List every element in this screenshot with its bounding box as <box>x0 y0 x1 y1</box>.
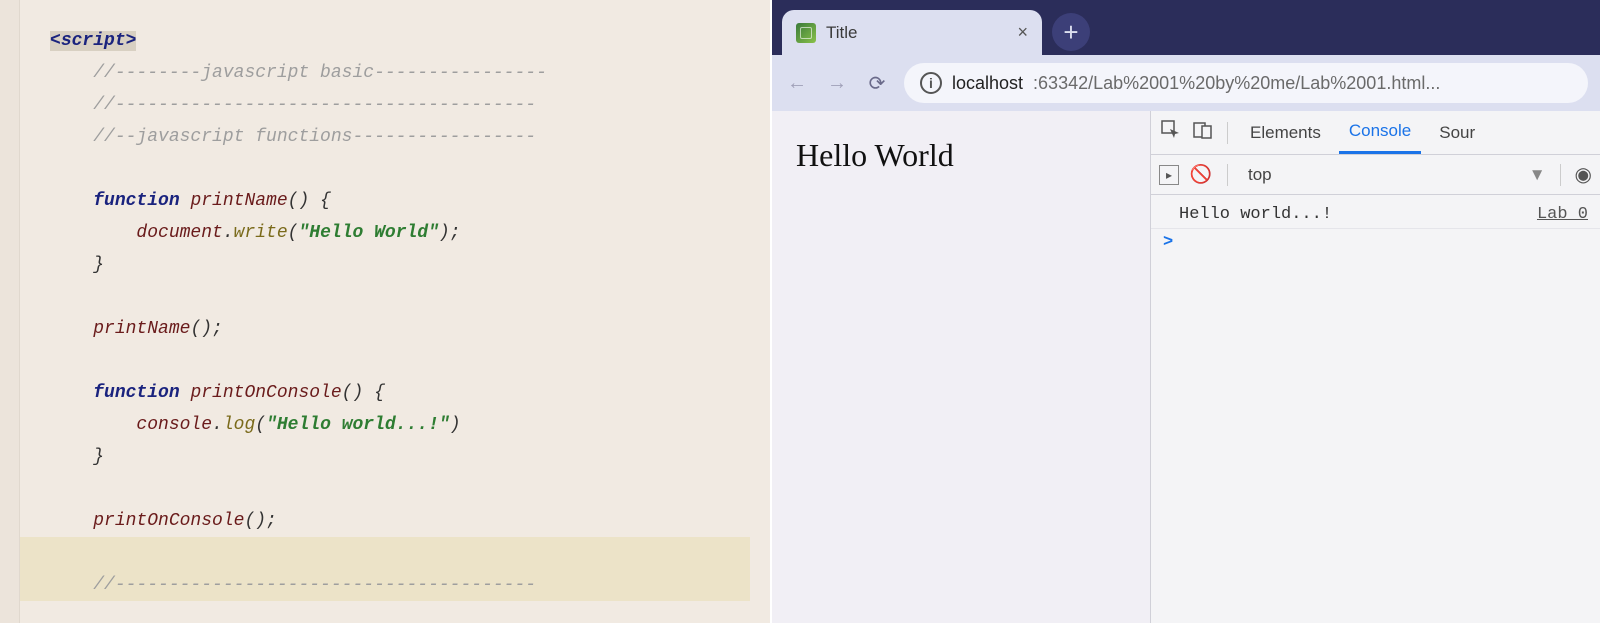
url-path: :63342/Lab%2001%20by%20me/Lab%2001.html.… <box>1033 73 1440 94</box>
context-dropdown-icon[interactable]: ▼ <box>1529 165 1546 185</box>
browser-content-row: Hello World Elements Console Sour ▸ 🚫 to… <box>772 111 1600 623</box>
code-line: //--------javascript basic--------------… <box>50 57 750 89</box>
code-line <box>50 601 750 623</box>
code-line: console.log("Hello world...!") <box>50 409 750 441</box>
code-line: document.write("Hello World"); <box>50 217 750 249</box>
console-prompt[interactable]: > <box>1151 229 1600 256</box>
page-text: Hello World <box>796 137 954 173</box>
code-line: <script> <box>50 25 750 57</box>
devtools-tab-elements[interactable]: Elements <box>1240 111 1331 154</box>
live-expression-icon[interactable]: ◉ <box>1575 162 1592 187</box>
page-body: Hello World <box>772 111 1150 623</box>
inspect-element-icon[interactable] <box>1159 120 1183 145</box>
tab-title: Title <box>826 23 1007 43</box>
back-button[interactable]: ← <box>784 72 810 95</box>
code-line: function printName() { <box>50 185 750 217</box>
forward-button[interactable]: → <box>824 72 850 95</box>
code-line <box>50 473 750 505</box>
console-toolbar: ▸ 🚫 top ▼ ◉ <box>1151 155 1600 195</box>
code-line: } <box>50 441 750 473</box>
console-context[interactable]: top <box>1242 165 1519 185</box>
code-line: function printOnConsole() { <box>50 377 750 409</box>
clear-console-icon[interactable]: 🚫 <box>1189 164 1213 185</box>
code-line <box>0 537 750 569</box>
code-line: //--javascript functions----------------… <box>50 121 750 153</box>
url-host: localhost <box>952 73 1023 94</box>
browser-window: Title × + ← → ⟳ i localhost :63342/Lab%20… <box>770 0 1600 623</box>
editor-gutter <box>0 0 20 623</box>
browser-tabstrip: Title × + <box>772 0 1600 55</box>
console-log-row: Hello world...! Lab 0 <box>1151 201 1600 229</box>
devtools-separator <box>1227 164 1228 186</box>
browser-tab[interactable]: Title × <box>782 10 1042 55</box>
code-line <box>50 345 750 377</box>
favicon-icon <box>796 23 816 43</box>
code-line: //--------------------------------------… <box>0 569 750 601</box>
reload-button[interactable]: ⟳ <box>864 71 890 96</box>
code-line: printOnConsole(); <box>50 505 750 537</box>
address-bar: ← → ⟳ i localhost :63342/Lab%2001%20by%20… <box>772 55 1600 111</box>
devtools-panel: Elements Console Sour ▸ 🚫 top ▼ ◉ Hello … <box>1150 111 1600 623</box>
code-body: <script> //--------javascript basic-----… <box>50 25 750 623</box>
devtools-separator <box>1227 122 1228 144</box>
devtools-separator <box>1560 164 1561 186</box>
code-line: printName(); <box>50 313 750 345</box>
code-line <box>50 153 750 185</box>
console-message: Hello world...! <box>1179 205 1332 224</box>
devtools-tab-console[interactable]: Console <box>1339 111 1421 154</box>
console-sidebar-toggle-icon[interactable]: ▸ <box>1159 165 1179 185</box>
code-line: } <box>50 249 750 281</box>
close-tab-button[interactable]: × <box>1017 22 1028 43</box>
console-source-link[interactable]: Lab 0 <box>1537 205 1588 224</box>
code-line <box>50 281 750 313</box>
console-log: Hello world...! Lab 0 > <box>1151 195 1600 262</box>
devtools-tab-sources[interactable]: Sour <box>1429 111 1485 154</box>
devtools-tabstrip: Elements Console Sour <box>1151 111 1600 155</box>
code-editor[interactable]: <script> //--------javascript basic-----… <box>0 0 770 623</box>
site-info-icon[interactable]: i <box>920 72 942 94</box>
new-tab-button[interactable]: + <box>1052 13 1090 51</box>
code-line: //--------------------------------------… <box>50 89 750 121</box>
device-toolbar-icon[interactable] <box>1191 120 1215 145</box>
omnibox[interactable]: i localhost :63342/Lab%2001%20by%20me/Lab… <box>904 63 1588 103</box>
